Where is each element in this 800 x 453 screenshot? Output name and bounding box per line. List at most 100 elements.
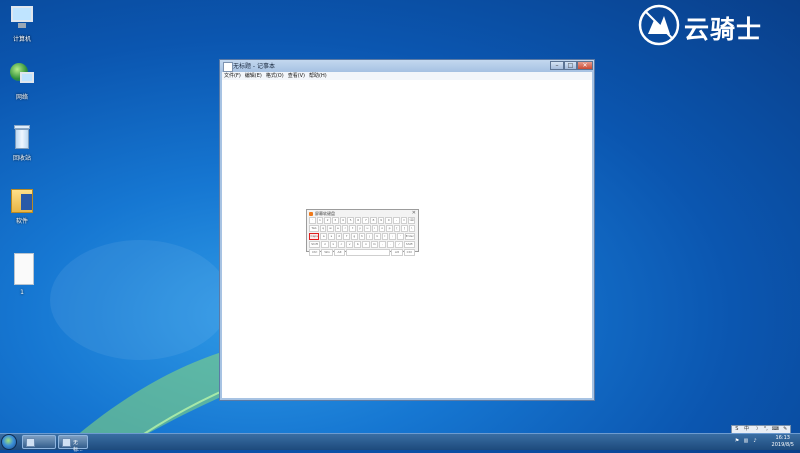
osk-key[interactable]: , — [378, 241, 387, 248]
ime-punct-icon[interactable]: ☽ — [751, 426, 761, 433]
desktop-icon-network[interactable]: 网络 — [1, 62, 43, 101]
osk-key[interactable]: 3 — [331, 217, 339, 224]
osk-key[interactable]: l — [381, 233, 389, 240]
osk-key[interactable]: ' — [396, 233, 404, 240]
desktop-icon-recycle-bin[interactable]: 回收站 — [1, 123, 43, 162]
osk-key[interactable]: q — [319, 225, 327, 232]
osk-key[interactable]: x — [329, 241, 337, 248]
start-button[interactable] — [1, 434, 17, 450]
flag-icon[interactable]: ⚑ — [734, 438, 740, 444]
osk-key[interactable]: r — [342, 225, 349, 232]
folder-icon — [8, 186, 36, 214]
osk-key[interactable]: o — [379, 225, 386, 232]
osk-key[interactable]: k — [373, 233, 381, 240]
osk-key[interactable]: a — [320, 233, 328, 240]
osk-key[interactable]: Alt — [333, 249, 346, 256]
desktop-icon-label: 计算机 — [12, 36, 31, 43]
osk-key[interactable]: 5 — [347, 217, 354, 224]
osk-key[interactable]: ⌫ — [408, 217, 415, 224]
network-tray-icon[interactable]: ▥ — [743, 438, 749, 444]
osk-key[interactable]: [ — [393, 225, 401, 232]
osk-key[interactable]: s — [328, 233, 335, 240]
osk-key[interactable]: n — [362, 241, 370, 248]
system-tray: ⚑ ▥ ♪ 16:13 2019/8/5 — [730, 434, 800, 450]
osk-key[interactable]: Tab — [309, 225, 319, 232]
osk-key[interactable]: y — [356, 225, 364, 232]
taskbar-button-notepad[interactable]: 无标... — [58, 435, 88, 453]
osk-key[interactable]: t — [349, 225, 356, 232]
computer-icon — [8, 4, 36, 32]
ime-settings-icon[interactable]: ✎ — [780, 426, 790, 433]
osk-key-space[interactable] — [346, 249, 391, 256]
desktop-icon-software-folder[interactable]: 软件 — [1, 186, 43, 225]
osk-key[interactable]: 4 — [339, 217, 347, 224]
desktop-icon-label: 网络 — [15, 94, 28, 101]
osk-row: Shift z x c v b n m,. / Shift — [309, 241, 416, 248]
osk-key[interactable]: z — [321, 241, 329, 248]
osk-key[interactable]: p — [386, 225, 393, 232]
osk-key[interactable]: Enter — [404, 233, 415, 240]
osk-key[interactable]: ; — [389, 233, 396, 240]
keyboard-icon — [309, 212, 313, 216]
ime-mode-icon[interactable]: 中 — [742, 426, 752, 433]
taskbar-button-explorer[interactable] — [22, 435, 56, 449]
osk-key[interactable]: Ctrl — [309, 249, 321, 256]
desktop-icon-label: 软件 — [15, 218, 28, 225]
osk-key[interactable]: h — [358, 233, 366, 240]
close-button[interactable]: ✕ — [577, 61, 593, 70]
window-title: 无标题 - 记事本 — [233, 63, 275, 70]
osk-key[interactable]: j — [366, 233, 373, 240]
osk-key[interactable]: i — [371, 225, 379, 232]
volume-icon[interactable]: ♪ — [752, 438, 758, 444]
osk-key[interactable]: - — [393, 217, 400, 224]
osk-key[interactable]: = — [400, 217, 408, 224]
on-screen-keyboard[interactable]: 屏幕软键盘 ✕ ` 1 2 3 4 5 6 7 8 9 0- = ⌫ Tab q w e r t y u i o p[] \ Ca… — [306, 209, 419, 256]
osk-key[interactable]: ] — [401, 225, 408, 232]
clock-time: 16:13 — [775, 435, 790, 441]
menu-view[interactable]: 查看(V) — [286, 72, 307, 80]
osk-key[interactable]: Win — [321, 249, 333, 256]
menu-help[interactable]: 帮助(H) — [307, 72, 329, 80]
menu-edit[interactable]: 编辑(E) — [243, 72, 264, 80]
menu-format[interactable]: 格式(O) — [264, 72, 286, 80]
osk-key[interactable]: ` — [309, 217, 316, 224]
desktop-icon-text-file[interactable]: 1 — [1, 251, 43, 296]
osk-key[interactable]: \ — [408, 225, 415, 232]
notepad-icon — [223, 62, 233, 72]
osk-key[interactable]: Ctrl — [403, 249, 415, 256]
osk-key[interactable]: 6 — [354, 217, 362, 224]
osk-key[interactable]: w — [327, 225, 334, 232]
notepad-icon — [62, 438, 71, 447]
osk-key[interactable]: / — [395, 241, 403, 248]
osk-key[interactable]: 0 — [385, 217, 393, 224]
osk-key[interactable]: 2 — [324, 217, 331, 224]
ime-logo-icon[interactable]: S — [732, 426, 742, 433]
osk-key[interactable]: c — [337, 241, 346, 248]
osk-key[interactable]: Shift — [403, 241, 415, 248]
minimize-button[interactable]: – — [550, 61, 564, 70]
osk-key[interactable]: 8 — [370, 217, 377, 224]
desktop-icon-computer[interactable]: 计算机 — [1, 4, 43, 43]
osk-key[interactable]: Caps — [309, 233, 320, 240]
maximize-button[interactable]: □ — [564, 61, 577, 70]
osk-key[interactable]: d — [335, 233, 343, 240]
osk-key[interactable]: 9 — [377, 217, 385, 224]
osk-key[interactable]: g — [351, 233, 358, 240]
osk-key[interactable]: f — [343, 233, 351, 240]
ime-punctuation-icon[interactable]: °, — [761, 426, 771, 433]
clock[interactable]: 16:13 2019/8/5 — [772, 435, 794, 449]
osk-key[interactable]: Shift — [309, 241, 321, 248]
osk-key[interactable]: 1 — [316, 217, 324, 224]
notepad-titlebar[interactable]: 无标题 - 记事本 – □ ✕ — [220, 60, 594, 72]
menu-file[interactable]: 文件(F) — [222, 72, 243, 80]
osk-key[interactable]: 7 — [362, 217, 370, 224]
osk-key[interactable]: Alt — [391, 249, 403, 256]
ime-keyboard-icon[interactable]: ⌨ — [771, 426, 781, 433]
osk-close-button[interactable]: ✕ — [412, 210, 416, 216]
osk-key[interactable]: m — [370, 241, 378, 248]
osk-key[interactable]: b — [354, 241, 362, 248]
osk-key[interactable]: u — [364, 225, 371, 232]
osk-key[interactable]: v — [346, 241, 354, 248]
osk-key[interactable]: e — [334, 225, 342, 232]
osk-key[interactable]: . — [387, 241, 395, 248]
